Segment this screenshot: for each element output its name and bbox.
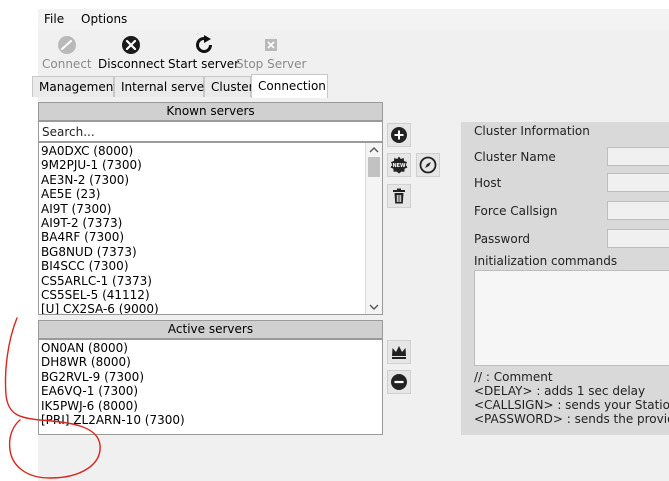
- cluster-info-panel: Cluster Information Cluster Name Host Fo…: [461, 122, 669, 435]
- cluster-name-field[interactable]: [607, 147, 669, 166]
- init-commands-label: Initialization commands: [474, 254, 618, 268]
- list-item[interactable]: 9M2PJU-1 (7300): [39, 158, 382, 172]
- password-field[interactable]: [607, 229, 669, 248]
- search-input[interactable]: [38, 121, 383, 142]
- list-item[interactable]: AE5E (23): [39, 187, 382, 201]
- menu-bar: File Options: [38, 9, 669, 30]
- scrollbar[interactable]: [365, 143, 382, 314]
- help-password: <PASSWORD> : sends the provided: [474, 412, 669, 426]
- connect-button[interactable]: Connect: [42, 34, 92, 71]
- remove-active-server-button[interactable]: [387, 370, 411, 394]
- scrollbar-thumb[interactable]: [368, 157, 380, 177]
- svg-text:NEW: NEW: [392, 163, 406, 169]
- cluster-name-label: Cluster Name: [474, 150, 556, 164]
- plus-circle-icon: [391, 127, 407, 143]
- known-servers-list[interactable]: 9A0DXC (8000) 9M2PJU-1 (7300) AE3N-2 (73…: [38, 142, 383, 315]
- refresh-icon: [195, 35, 212, 53]
- tab-bar: Management Internal server Cluster Conne…: [32, 74, 669, 99]
- list-item[interactable]: CS5ARLC-1 (7373): [39, 274, 382, 288]
- list-item[interactable]: BA4RF (7300): [39, 230, 382, 244]
- stop-server-button[interactable]: Stop Server: [236, 34, 306, 71]
- force-callsign-field[interactable]: [607, 201, 669, 220]
- crown-icon: [392, 346, 406, 359]
- tab-internal-server[interactable]: Internal server: [114, 76, 209, 97]
- tab-connection[interactable]: Connection: [251, 74, 328, 99]
- host-label: Host: [474, 176, 502, 190]
- trash-icon: [393, 188, 405, 204]
- init-commands-field[interactable]: [474, 270, 669, 366]
- list-item[interactable]: AI9T-2 (7373): [39, 216, 382, 230]
- connect-label: Connect: [42, 57, 92, 71]
- start-server-label: Start server: [168, 57, 240, 71]
- tab-cluster[interactable]: Cluster: [204, 76, 254, 97]
- chevron-up-icon[interactable]: [366, 145, 382, 155]
- password-label: Password: [474, 232, 531, 246]
- add-server-button[interactable]: [387, 123, 411, 147]
- force-callsign-label: Force Callsign: [474, 204, 558, 218]
- disconnect-button[interactable]: Disconnect: [98, 34, 165, 71]
- help-callsign: <CALLSIGN> : sends your Station C: [474, 398, 669, 412]
- red-annotation-mark: [4, 317, 101, 479]
- list-item[interactable]: BI4SCC (7300): [39, 259, 382, 273]
- stop-server-label: Stop Server: [236, 57, 307, 71]
- chevron-down-icon[interactable]: [366, 302, 382, 312]
- new-server-button[interactable]: NEW: [387, 153, 411, 177]
- list-item[interactable]: AI9T (7300): [39, 202, 382, 216]
- list-item[interactable]: AE3N-2 (7300): [39, 173, 382, 187]
- list-item[interactable]: 9A0DXC (8000): [39, 144, 382, 158]
- new-badge-icon: NEW: [390, 156, 408, 174]
- start-server-button[interactable]: Start server: [168, 34, 239, 71]
- make-primary-button[interactable]: [387, 340, 411, 364]
- minus-circle-icon: [391, 374, 407, 390]
- compass-icon: [419, 156, 437, 174]
- help-comment: // : Comment: [474, 370, 553, 384]
- connect-icon: [57, 36, 76, 54]
- edit-server-button[interactable]: [416, 153, 440, 177]
- help-delay: <DELAY> : adds 1 sec delay: [474, 384, 646, 398]
- disconnect-label: Disconnect: [98, 57, 165, 71]
- tab-management[interactable]: Management: [32, 76, 118, 97]
- menu-file[interactable]: File: [44, 12, 64, 26]
- disconnect-icon: [122, 36, 141, 54]
- cluster-info-title: Cluster Information: [474, 124, 590, 138]
- toolbar: Connect Disconnect Start server Stop Ser…: [38, 30, 669, 75]
- known-servers-header: Known servers: [38, 102, 383, 121]
- delete-server-button[interactable]: [387, 184, 411, 208]
- host-field[interactable]: [607, 173, 669, 192]
- stop-icon: [265, 39, 278, 51]
- list-item[interactable]: BG8NUD (7373): [39, 245, 382, 259]
- menu-options[interactable]: Options: [81, 12, 127, 26]
